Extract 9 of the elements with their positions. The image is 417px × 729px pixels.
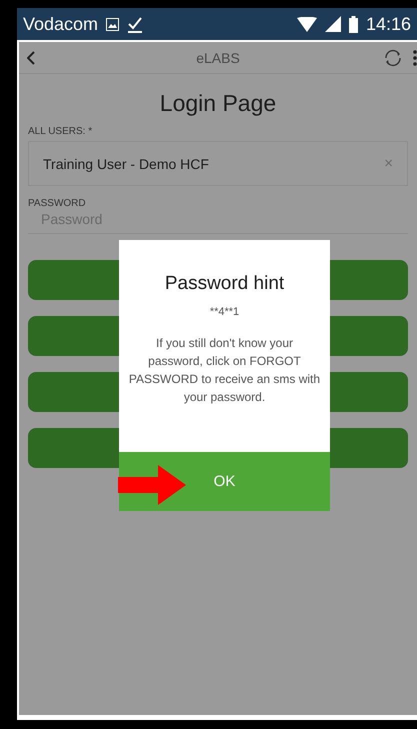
field-label: PASSWORD xyxy=(28,198,87,209)
app-title: eLABS xyxy=(195,50,241,66)
carrier-name: Vodacom xyxy=(23,14,98,34)
password-hint: **4**1 xyxy=(210,306,240,318)
dialog-message: If you still don't know your password, click on FORGOT PASSWORD to receive an sms with your password. xyxy=(128,335,322,406)
field-label: ALL USERS: * xyxy=(28,126,94,137)
dialog-title: Password hint xyxy=(164,273,284,295)
page-heading: Login Page xyxy=(158,90,278,117)
clock-time: 14:16 xyxy=(366,14,411,34)
